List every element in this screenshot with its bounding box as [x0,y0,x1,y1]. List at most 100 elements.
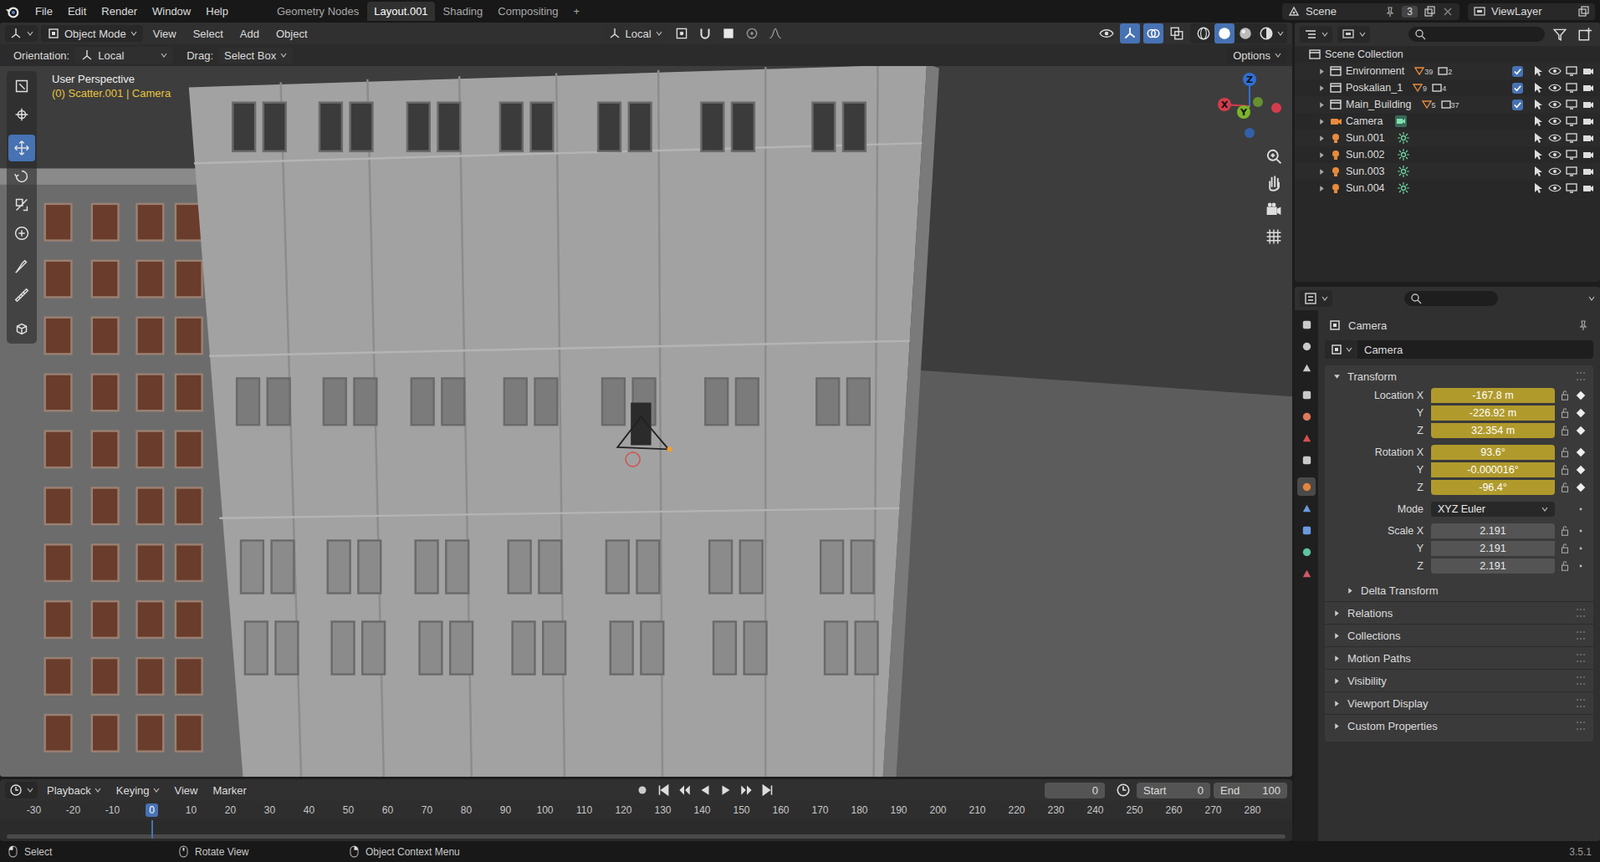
viewport-disable-icon[interactable] [1564,164,1579,179]
editor-type-dropdown[interactable] [1299,25,1333,43]
frame-number[interactable]: 120 [611,803,635,818]
snap-target-icon[interactable] [718,23,739,44]
number-field[interactable]: -0.000016° [1431,462,1555,478]
material-shading-icon[interactable] [1235,23,1256,44]
keyframe-icon[interactable] [1574,560,1587,573]
properties-tab[interactable] [1297,450,1316,470]
drag-handle[interactable] [1576,699,1585,708]
lock-icon[interactable] [1559,560,1571,573]
workspace-tab[interactable]: Geometry Nodes [270,1,366,21]
frame-number[interactable]: 230 [1043,803,1068,818]
frame-number[interactable]: 40 [300,803,318,818]
eye-icon[interactable] [1548,181,1562,195]
expand-arrow-icon[interactable] [1333,700,1341,708]
frame-number[interactable]: -30 [23,803,45,818]
outliner-row[interactable]: Sun.001 [1294,129,1600,147]
lock-icon[interactable] [1559,407,1571,420]
collapsed-section[interactable]: Motion Paths [1324,646,1594,670]
frame-number[interactable]: 20 [221,803,240,818]
outliner-row[interactable]: Sun.002 [1294,146,1600,164]
outliner-row[interactable]: Sun.003 [1294,163,1600,180]
snap-icon[interactable] [695,23,716,44]
navigation-gizmo[interactable]: XYZ [1215,71,1284,140]
jump-start-icon[interactable] [653,780,674,801]
blender-logo-icon[interactable] [5,4,21,20]
expand-arrow-icon[interactable] [1333,609,1341,618]
child-count-badge[interactable]: 5 [1421,99,1437,110]
datablock-browse[interactable] [1324,340,1358,359]
editor-type-dropdown[interactable] [5,25,38,42]
zoom-icon[interactable] [1263,146,1284,167]
menu-item[interactable]: Window [145,2,198,21]
number-field[interactable]: 2.191 [1431,541,1555,557]
drag-handle[interactable] [1576,721,1585,731]
outliner-item-name[interactable]: Poskalian_1 [1345,81,1403,94]
render-disable-icon[interactable] [1581,148,1595,162]
properties-tab[interactable] [1297,542,1316,562]
rendered-shading-icon[interactable] [1256,23,1277,44]
grid-view-icon[interactable] [1263,226,1284,247]
caret-icon[interactable] [1277,30,1284,37]
options-label[interactable]: Options [1232,49,1271,62]
properties-tab[interactable] [1297,407,1316,426]
child-count-badge[interactable]: 37 [1441,99,1460,110]
eye-icon[interactable] [1548,97,1562,112]
outliner-search[interactable] [1408,26,1545,42]
frame-number[interactable]: 270 [1201,803,1225,818]
number-field[interactable]: -167.8 m [1431,388,1555,404]
current-frame-field[interactable]: 0 [1044,782,1105,799]
viewport-disable-icon[interactable] [1564,114,1579,128]
timeline-menu[interactable]: Playback [40,782,108,799]
render-disable-icon[interactable] [1581,81,1595,95]
camera-view-icon[interactable] [1263,199,1284,220]
frame-number[interactable]: 80 [457,803,476,818]
workspace-tab[interactable]: Layout.001 [367,1,435,21]
tool-button[interactable] [8,315,36,343]
mode-dropdown[interactable]: Object Mode [40,25,144,42]
keyframe-icon[interactable] [1574,446,1587,459]
falloff-icon[interactable] [765,23,786,44]
tool-button[interactable] [8,253,36,281]
section-title[interactable]: Relations [1347,607,1393,620]
viewport-menu[interactable]: Select [186,25,231,42]
frame-number[interactable]: 70 [418,803,436,818]
lock-icon[interactable] [1559,525,1571,537]
close-icon[interactable] [1441,5,1455,19]
keyframe-icon[interactable] [1574,424,1587,437]
number-field[interactable]: 2.191 [1431,558,1555,574]
keyframe-icon[interactable] [1574,407,1587,420]
properties-tab[interactable] [1297,521,1316,540]
keyframe-icon[interactable] [1574,525,1587,537]
drag-handle[interactable] [1576,631,1585,640]
datablock-name[interactable]: Camera [1357,343,1403,357]
properties-search[interactable] [1404,291,1498,307]
outliner-item-name[interactable]: Sun.002 [1345,148,1386,161]
outliner-row[interactable]: Camera [1294,112,1600,130]
selectable-icon[interactable] [1531,148,1545,162]
expand-arrow-icon[interactable] [1318,134,1326,143]
menu-item[interactable]: Help [199,2,236,21]
viewport-disable-icon[interactable] [1564,148,1579,162]
keyframe-icon[interactable] [1574,481,1587,494]
pin-icon[interactable] [1383,5,1397,19]
exclude-checkbox[interactable] [1512,66,1524,77]
mode-label[interactable]: Object Mode [64,27,127,41]
lock-icon[interactable] [1559,481,1571,494]
solid-shading-icon[interactable] [1214,23,1235,44]
render-disable-icon[interactable] [1581,181,1595,195]
add-workspace-button[interactable]: + [567,3,588,20]
viewport-menu[interactable]: Add [233,25,266,42]
orientation-value[interactable]: Local [97,49,157,62]
menu-item[interactable]: Edit [61,2,93,21]
lock-icon[interactable] [1559,389,1571,402]
frame-number[interactable]: -10 [102,803,123,818]
start-frame-field[interactable]: Start0 [1136,782,1211,799]
proportional-icon[interactable] [741,23,762,44]
child-count-badge[interactable]: 4 [1431,82,1447,93]
number-field[interactable]: 93.6° [1431,444,1555,461]
selectable-icon[interactable] [1531,81,1545,95]
tool-button[interactable] [8,191,36,219]
frame-number[interactable]: 170 [807,803,832,818]
filter-icon[interactable] [1549,24,1570,45]
frame-number[interactable]: 30 [260,803,279,818]
